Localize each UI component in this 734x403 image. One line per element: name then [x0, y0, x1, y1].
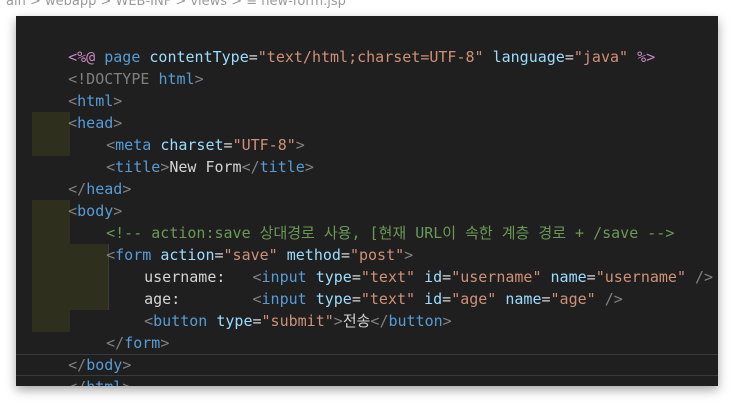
- tag-close: >: [122, 180, 132, 198]
- attr-value: "submit": [261, 312, 334, 330]
- button-text: 전송: [342, 312, 371, 330]
- code-line-13[interactable]: <button type="submit">전송</button>: [108, 288, 452, 330]
- tag-close: >: [160, 158, 170, 176]
- code-line-4[interactable]: <head>: [32, 90, 122, 132]
- tag-name: button: [388, 312, 443, 330]
- code-line-12[interactable]: age: <input type="text" id="age" name="a…: [108, 266, 623, 308]
- attr-value: "java": [573, 48, 629, 66]
- tag-close: >: [442, 312, 452, 330]
- tag-name: title: [259, 158, 305, 176]
- code-line-16[interactable]: </html>: [32, 354, 131, 386]
- tag-close: >: [333, 312, 343, 330]
- code-editor[interactable]: <%@ page contentType="text/html;charset=…: [16, 16, 718, 386]
- code-line-8[interactable]: <body>: [32, 178, 122, 220]
- code-line-14[interactable]: </form>: [70, 310, 169, 352]
- code-line-5[interactable]: <meta charset="UTF-8">: [70, 112, 305, 154]
- tag-close: />: [595, 290, 623, 308]
- code-line-1[interactable]: <%@ page contentType="text/html;charset=…: [32, 24, 655, 66]
- tag-close: >: [194, 70, 204, 88]
- doctype-word: html: [158, 70, 195, 88]
- code-line-9[interactable]: <!-- action:save 상대경로 사용, [현재 URL이 속한 계층…: [70, 200, 674, 242]
- tag-open: </: [241, 158, 260, 176]
- equals: =: [564, 48, 574, 66]
- code-line-15[interactable]: </body>: [32, 332, 131, 374]
- attr-name: type: [216, 312, 253, 330]
- attr-value: "age": [550, 290, 596, 308]
- equals: =: [541, 290, 551, 308]
- title-text: New Form: [169, 158, 242, 176]
- attr-value: "text/html;charset=UTF-8": [257, 48, 484, 66]
- code-line-7[interactable]: </head>: [32, 156, 131, 198]
- breadcrumb-path[interactable]: ain > webapp > WEB-INF > views > ≡ new-f…: [6, 0, 346, 9]
- equals: =: [252, 312, 262, 330]
- equals: =: [248, 48, 258, 66]
- tag-close: >: [160, 334, 170, 352]
- tag-open: </: [68, 378, 86, 386]
- attr-value: "age": [451, 290, 497, 308]
- breadcrumb[interactable]: ain > webapp > WEB-INF > views > ≡ new-f…: [0, 0, 734, 16]
- code-line-6[interactable]: <title>New Form</title>: [70, 134, 314, 176]
- code-line-11[interactable]: username: <input type="text" id="usernam…: [108, 244, 713, 286]
- code-line-2[interactable]: <!DOCTYPE html>: [32, 46, 203, 88]
- code-line-3[interactable]: <html>: [32, 68, 122, 110]
- tag-close: >: [304, 158, 314, 176]
- tag-close: />: [686, 268, 714, 286]
- tag-name: html: [86, 378, 122, 386]
- attr-name: name: [505, 290, 542, 308]
- tag-close: >: [122, 378, 131, 386]
- tag-open: </: [370, 312, 389, 330]
- code-line-10[interactable]: <form action="save" method="post">: [70, 222, 413, 264]
- attr-name: language: [492, 48, 565, 66]
- jsp-close: %>: [628, 48, 656, 66]
